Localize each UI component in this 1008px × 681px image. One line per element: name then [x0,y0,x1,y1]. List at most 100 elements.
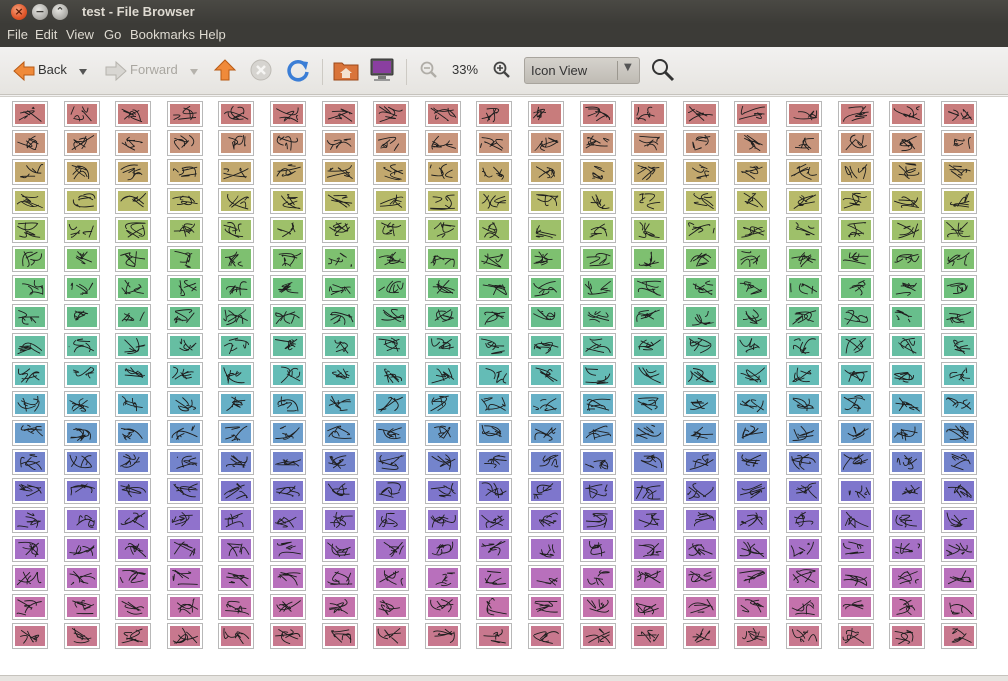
file-icon[interactable] [476,478,512,504]
file-icon[interactable] [167,594,203,620]
file-icon[interactable] [631,449,667,475]
file-icon[interactable] [373,188,409,214]
file-icon[interactable] [425,159,461,185]
file-icon[interactable] [580,362,616,388]
file-icon[interactable] [322,449,358,475]
file-icon[interactable] [734,507,770,533]
file-icon[interactable] [270,449,306,475]
file-icon[interactable] [115,362,151,388]
file-icon[interactable] [580,333,616,359]
file-icon[interactable] [786,507,822,533]
file-icon[interactable] [838,565,874,591]
file-icon[interactable] [218,420,254,446]
file-icon[interactable] [683,217,719,243]
file-icon[interactable] [683,246,719,272]
file-icon[interactable] [734,304,770,330]
file-icon[interactable] [786,594,822,620]
file-icon[interactable] [218,507,254,533]
file-icon[interactable] [631,478,667,504]
file-icon[interactable] [838,449,874,475]
file-icon[interactable] [322,478,358,504]
file-icon[interactable] [631,594,667,620]
file-icon[interactable] [115,188,151,214]
file-icon[interactable] [476,449,512,475]
zoom-out-icon[interactable] [420,61,438,79]
file-icon[interactable] [373,101,409,127]
file-icon[interactable] [167,478,203,504]
file-icon[interactable] [12,101,48,127]
file-icon[interactable] [167,623,203,649]
file-icon[interactable] [889,304,925,330]
menu-file[interactable]: File [7,27,28,42]
file-icon[interactable] [838,275,874,301]
file-icon[interactable] [476,623,512,649]
file-icon[interactable] [889,101,925,127]
file-icon[interactable] [270,420,306,446]
file-icon[interactable] [218,594,254,620]
file-icon[interactable] [115,246,151,272]
file-icon[interactable] [322,565,358,591]
file-icon[interactable] [218,391,254,417]
menu-edit[interactable]: Edit [35,27,57,42]
file-icon[interactable] [373,507,409,533]
file-icon[interactable] [683,420,719,446]
file-icon[interactable] [270,304,306,330]
file-icon[interactable] [270,217,306,243]
file-icon[interactable] [425,217,461,243]
file-icon[interactable] [786,391,822,417]
file-icon[interactable] [425,304,461,330]
file-icon[interactable] [941,333,977,359]
file-icon[interactable] [270,159,306,185]
file-icon[interactable] [373,362,409,388]
file-icon[interactable] [580,130,616,156]
file-icon[interactable] [580,623,616,649]
file-icon[interactable] [786,217,822,243]
file-icon[interactable] [580,217,616,243]
file-icon[interactable] [270,623,306,649]
file-icon[interactable] [838,188,874,214]
file-icon[interactable] [631,536,667,562]
home-folder-icon[interactable] [333,58,359,82]
file-icon[interactable] [425,449,461,475]
file-icon[interactable] [786,478,822,504]
file-icon[interactable] [683,130,719,156]
maximize-window-button[interactable]: ⌃ [52,4,68,20]
file-icon[interactable] [476,304,512,330]
file-icon[interactable] [167,507,203,533]
close-window-button[interactable]: × [11,4,27,20]
file-icon[interactable] [425,478,461,504]
file-icon[interactable] [425,507,461,533]
file-icon[interactable] [115,478,151,504]
file-icon[interactable] [322,130,358,156]
file-icon[interactable] [580,420,616,446]
file-icon[interactable] [941,275,977,301]
file-icon[interactable] [683,536,719,562]
file-icon[interactable] [12,478,48,504]
file-icon[interactable] [64,420,100,446]
file-icon[interactable] [631,623,667,649]
file-icon[interactable] [167,159,203,185]
file-icon[interactable] [734,623,770,649]
file-icon[interactable] [941,101,977,127]
file-icon[interactable] [167,188,203,214]
file-icon[interactable] [838,159,874,185]
file-icon[interactable] [838,536,874,562]
file-icon[interactable] [270,391,306,417]
file-icon[interactable] [373,420,409,446]
file-icon[interactable] [786,304,822,330]
file-icon[interactable] [941,478,977,504]
computer-icon[interactable] [369,58,395,82]
file-icon[interactable] [683,594,719,620]
file-icon[interactable] [12,507,48,533]
file-icon[interactable] [167,130,203,156]
file-icon[interactable] [476,594,512,620]
file-icon[interactable] [631,188,667,214]
file-icon[interactable] [476,362,512,388]
file-icon[interactable] [12,536,48,562]
file-icon[interactable] [941,507,977,533]
file-icon[interactable] [889,362,925,388]
up-arrow-icon[interactable] [213,58,237,82]
file-icon[interactable] [115,449,151,475]
file-icon[interactable] [580,507,616,533]
file-icon[interactable] [167,391,203,417]
